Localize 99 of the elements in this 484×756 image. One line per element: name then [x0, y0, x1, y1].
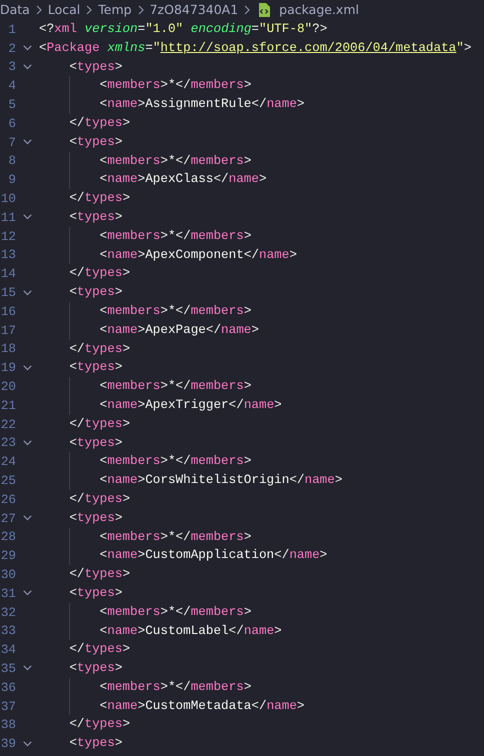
code-line: <members>*</members>	[100, 226, 252, 245]
line-number: 10	[0, 191, 16, 206]
code-line: <name>AssignmentRule</name>	[100, 95, 304, 114]
code-line: </types>	[69, 414, 130, 433]
line-number: 25	[0, 473, 16, 488]
line-number: 29	[0, 548, 16, 564]
breadcrumb-item[interactable]: Local	[48, 0, 80, 20]
code-line: </types>	[69, 490, 130, 508]
line-number: 12	[0, 228, 16, 244]
line-number: 21	[0, 398, 16, 413]
code-line: <name>CustomLabel</name>	[100, 622, 282, 640]
line-number: 13	[0, 247, 16, 262]
chevron-right-icon	[136, 5, 145, 15]
line-number: 38	[0, 717, 16, 732]
line-number: 6	[7, 116, 16, 131]
line-number: 24	[0, 454, 16, 470]
chevron-down-icon[interactable]	[23, 364, 32, 371]
chevron-down-icon[interactable]	[23, 64, 32, 70]
line-number: 3	[7, 59, 16, 74]
code-line: <members>*</members>	[100, 528, 252, 546]
line-number: 35	[0, 660, 16, 676]
code-line: <name>CustomMetadata</name>	[100, 696, 304, 715]
code-line: <types>	[69, 659, 122, 678]
code-line: <name>ApexClass</name>	[100, 170, 267, 188]
line-number: 8	[7, 153, 16, 168]
line-number: 4	[7, 78, 16, 94]
code-line: <types>	[69, 584, 122, 602]
code-line: <name>CorsWhitelistOrigin</name>	[100, 471, 342, 490]
line-number: 20	[0, 379, 16, 394]
line-number: 34	[0, 642, 16, 658]
code-line: <name>ApexTrigger</name>	[100, 396, 282, 414]
line-number: 16	[0, 304, 16, 319]
line-number: 27	[0, 510, 16, 526]
breadcrumb-item[interactable]: Temp	[98, 0, 132, 20]
line-number: 26	[0, 492, 16, 507]
line-number: 5	[7, 97, 16, 112]
code-line: </types>	[69, 340, 130, 358]
code-line: <types>	[69, 358, 122, 376]
chevron-down-icon[interactable]	[23, 590, 32, 596]
code-line: </types>	[69, 114, 130, 132]
code-line: <types>	[69, 132, 122, 151]
code-line: <members>*</members>	[100, 678, 252, 696]
chevron-down-icon[interactable]	[23, 45, 32, 52]
code-line: </types>	[69, 189, 130, 208]
line-number: 37	[0, 698, 16, 714]
code-line: <types>	[69, 208, 122, 226]
line-number: 11	[0, 210, 16, 225]
code-line: <types>	[69, 734, 122, 752]
code-line: <members>*</members>	[100, 152, 252, 170]
line-number: 15	[0, 285, 16, 300]
code-line: <types>	[69, 58, 122, 76]
line-number: 36	[0, 680, 16, 695]
code-line: <name>ApexComponent</name>	[100, 246, 297, 264]
chevron-right-icon	[85, 5, 94, 15]
line-number: 33	[0, 623, 16, 638]
code-line: <members>*</members>	[100, 377, 252, 396]
chevron-down-icon[interactable]	[23, 665, 32, 672]
line-number: 28	[0, 529, 16, 544]
code-line: <members>*</members>	[100, 602, 252, 621]
chevron-down-icon[interactable]	[23, 290, 32, 296]
breadcrumb-item[interactable]: 7zO847340A1	[150, 0, 238, 20]
breadcrumb-item[interactable]: Data	[0, 0, 30, 20]
code-line: <?xml version="1.0" encoding="UTF-8"?>	[39, 20, 328, 38]
line-number: 18	[0, 341, 16, 356]
code-line: <types>	[69, 283, 122, 302]
code-line: <types>	[69, 434, 122, 452]
chevron-down-icon[interactable]	[23, 440, 32, 446]
code-line: <name>CustomApplication</name>	[100, 546, 328, 564]
chevron-down-icon[interactable]	[23, 740, 32, 747]
chevron-down-icon[interactable]	[23, 214, 32, 220]
code-line: </types>	[69, 264, 130, 282]
chevron-down-icon[interactable]	[23, 515, 32, 522]
code-line: </types>	[69, 715, 130, 734]
line-number: 32	[0, 604, 16, 620]
code-line: <types>	[69, 508, 122, 527]
line-number: 39	[0, 736, 16, 752]
chevron-right-icon	[243, 5, 252, 15]
line-number: 19	[0, 360, 16, 376]
chevron-right-icon	[34, 5, 43, 15]
line-number: 2	[7, 40, 16, 56]
xml-file-icon	[258, 3, 270, 17]
line-number: 7	[7, 134, 16, 150]
code-line: <members>*</members>	[100, 302, 252, 320]
line-number: 30	[0, 567, 16, 582]
line-number: 22	[0, 416, 16, 432]
code-line: </types>	[69, 565, 130, 584]
code-line: <members>*</members>	[100, 452, 252, 470]
code-line: </types>	[69, 640, 130, 658]
line-number: 1	[7, 22, 16, 37]
line-number: 14	[0, 266, 16, 282]
line-number: 31	[0, 586, 16, 601]
code-line: <members>*</members>	[100, 76, 252, 94]
breadcrumb-item[interactable]: package.xml	[279, 0, 359, 20]
line-number: 9	[7, 172, 16, 188]
code-line: <name>ApexPage</name>	[100, 320, 259, 339]
line-number: 17	[0, 322, 16, 338]
code-line: <Package xmlns="http://soap.sforce.com/2006/04/metadata">	[39, 38, 472, 57]
line-number: 23	[0, 435, 16, 450]
chevron-down-icon[interactable]	[23, 139, 32, 146]
